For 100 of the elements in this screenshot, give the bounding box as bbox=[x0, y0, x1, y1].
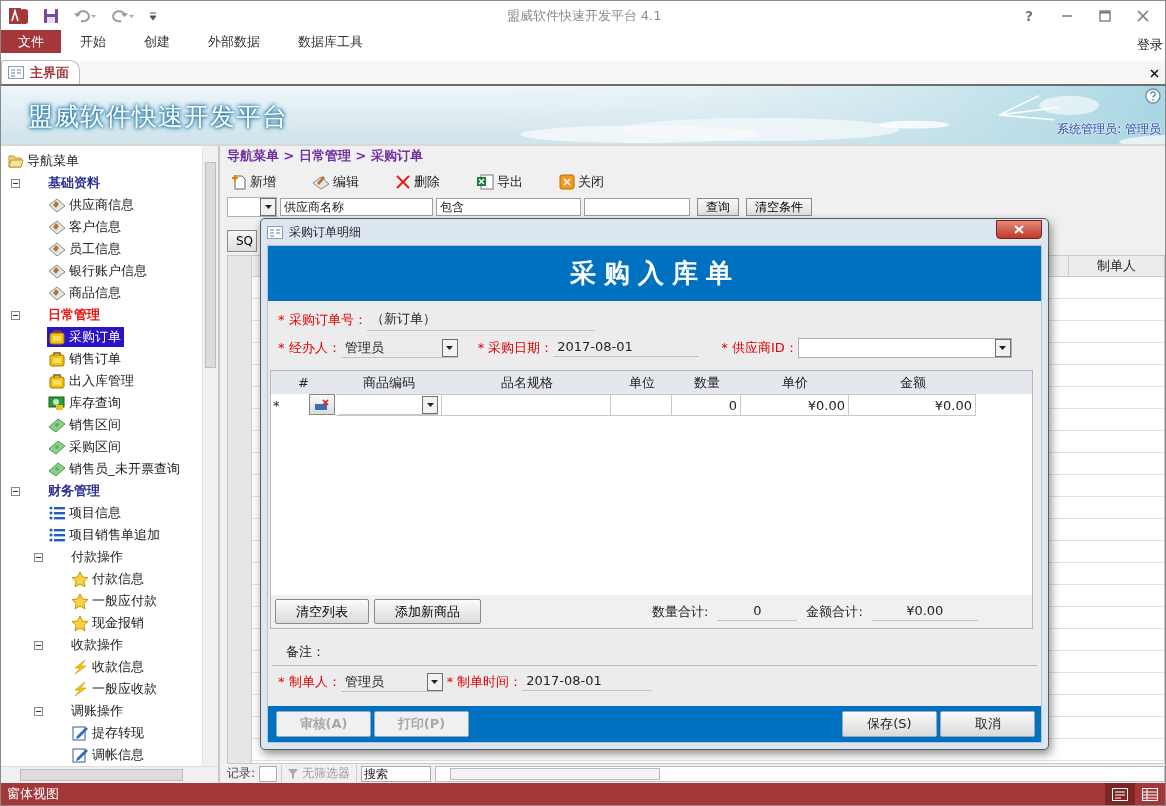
creator-select[interactable]: 管理员 bbox=[340, 672, 443, 692]
field-label: * 供应商ID： bbox=[721, 339, 798, 357]
tree-item[interactable]: 一般应收款 bbox=[70, 679, 160, 699]
banknote-icon bbox=[48, 461, 66, 477]
dropdown-button[interactable] bbox=[994, 339, 1011, 357]
dropdown-button[interactable] bbox=[260, 198, 276, 216]
list-icon bbox=[48, 505, 66, 521]
search-field[interactable]: 搜索 bbox=[361, 765, 432, 782]
form-button[interactable]: 取消 bbox=[940, 711, 1035, 737]
column-header: # bbox=[297, 375, 310, 390]
field-label: * 制单时间： bbox=[446, 673, 523, 691]
date-field[interactable]: 2017-08-01 bbox=[553, 339, 700, 357]
dropdown-button[interactable] bbox=[422, 395, 438, 414]
ribbon-tab[interactable]: 创建 bbox=[125, 30, 189, 53]
filter-input[interactable] bbox=[584, 198, 690, 216]
save-icon[interactable] bbox=[43, 7, 59, 24]
document-tab[interactable]: 主界面 bbox=[1, 60, 80, 84]
scrollbar-thumb[interactable] bbox=[20, 769, 183, 781]
toolbar-button[interactable]: 编辑 bbox=[308, 173, 363, 191]
tree-item[interactable]: 销售区间 bbox=[47, 415, 124, 435]
row-action-button[interactable] bbox=[309, 394, 335, 415]
tree-group-label[interactable]: 调账操作 bbox=[71, 702, 123, 720]
collapse-toggle[interactable] bbox=[11, 178, 20, 188]
scrollbar-thumb[interactable] bbox=[450, 767, 661, 780]
quantity-total-label: 数量合计: bbox=[652, 602, 709, 621]
tree-item[interactable]: 销售员_未开票查询 bbox=[47, 459, 183, 479]
scrollbar[interactable] bbox=[202, 146, 218, 766]
tree-item[interactable]: 现金报销 bbox=[70, 613, 147, 633]
table-cell[interactable] bbox=[611, 394, 672, 416]
tree-item[interactable]: 调帐信息 bbox=[70, 745, 147, 765]
close-icon bbox=[1150, 68, 1159, 78]
toolbar-button[interactable]: 删除 bbox=[391, 173, 444, 191]
table-cell[interactable] bbox=[442, 394, 611, 416]
toolbar-button[interactable]: 导出 bbox=[472, 173, 527, 191]
collapse-toggle[interactable] bbox=[11, 486, 20, 496]
tree-item[interactable]: 员工信息 bbox=[47, 239, 124, 259]
tree-root[interactable]: 导航菜单 bbox=[7, 151, 82, 171]
tree-item[interactable]: 采购订单 bbox=[47, 327, 124, 347]
table-cell[interactable]: 0 bbox=[672, 394, 741, 416]
help-button[interactable]: ? bbox=[1015, 4, 1043, 27]
collapse-toggle[interactable] bbox=[34, 552, 43, 562]
clear-filter-button[interactable]: 清空条件 bbox=[746, 198, 812, 216]
undo-icon[interactable] bbox=[73, 8, 97, 23]
tree-item[interactable]: 提存转现 bbox=[70, 723, 147, 743]
table-cell[interactable]: ¥0.00 bbox=[849, 394, 976, 416]
field-select[interactable]: 供应商名称 bbox=[280, 198, 433, 216]
toolbar-button[interactable]: 新增 bbox=[227, 173, 280, 191]
tree-item[interactable]: 供应商信息 bbox=[47, 195, 137, 215]
tree-group-label[interactable]: 收款操作 bbox=[71, 636, 123, 654]
column-header[interactable]: 制单人 bbox=[1068, 256, 1164, 276]
sql-button[interactable]: SQ bbox=[227, 230, 257, 252]
tree-item[interactable]: 客户信息 bbox=[47, 217, 124, 237]
tree-item[interactable]: 项目销售单追加 bbox=[47, 525, 163, 545]
tree-item[interactable]: 付款信息 bbox=[70, 569, 147, 589]
tree-group-label[interactable]: 付款操作 bbox=[71, 548, 123, 566]
customize-icon[interactable] bbox=[149, 11, 157, 20]
clear-list-button[interactable]: 清空列表 bbox=[275, 599, 369, 624]
ribbon-tab[interactable]: 文件 bbox=[1, 30, 61, 53]
spreadsheet-icon bbox=[476, 174, 494, 190]
query-button[interactable]: 查询 bbox=[697, 198, 739, 216]
toolbar-button[interactable]: 关闭 bbox=[555, 173, 608, 191]
record-number-field[interactable] bbox=[259, 765, 278, 782]
handler-select[interactable]: 管理员 bbox=[340, 338, 458, 358]
operator-select[interactable]: 包含 bbox=[436, 198, 581, 216]
tree-item[interactable]: 采购区间 bbox=[47, 437, 124, 457]
scrollbar[interactable] bbox=[1, 766, 218, 783]
date-field[interactable]: 2017-08-01 bbox=[522, 673, 653, 691]
database-app-icon[interactable] bbox=[9, 6, 29, 25]
tree-group-label[interactable]: 基础资料 bbox=[48, 174, 100, 192]
collapse-toggle[interactable] bbox=[34, 706, 43, 716]
dropdown-button[interactable] bbox=[441, 338, 458, 357]
dropdown-button[interactable] bbox=[426, 672, 443, 691]
login-link[interactable]: 登录 bbox=[1137, 30, 1165, 54]
scrollbar[interactable] bbox=[435, 765, 1165, 782]
product-code-select[interactable] bbox=[339, 395, 438, 415]
collapse-toggle[interactable] bbox=[34, 640, 43, 650]
tree-item[interactable]: 库存查询 bbox=[47, 393, 124, 413]
redo-icon[interactable] bbox=[111, 8, 135, 23]
filter-select[interactable] bbox=[227, 197, 277, 217]
tree-item[interactable]: 出入库管理 bbox=[47, 371, 137, 391]
tree-group-label[interactable]: 财务管理 bbox=[48, 482, 100, 500]
help-icon[interactable] bbox=[1145, 88, 1161, 104]
ribbon-tab[interactable]: 数据库工具 bbox=[279, 30, 382, 53]
scrollbar-thumb[interactable] bbox=[205, 162, 216, 368]
add-product-button[interactable]: 添加新商品 bbox=[374, 599, 481, 624]
close-button[interactable] bbox=[996, 219, 1042, 239]
notepad-pencil-icon bbox=[71, 725, 89, 741]
table-cell[interactable]: ¥0.00 bbox=[741, 394, 849, 416]
tree-item[interactable]: 商品信息 bbox=[47, 283, 124, 303]
collapse-toggle[interactable] bbox=[11, 310, 20, 320]
ribbon-tab[interactable]: 开始 bbox=[61, 30, 125, 53]
tree-item[interactable]: 项目信息 bbox=[47, 503, 124, 523]
tree-item[interactable]: 一般应付款 bbox=[70, 591, 160, 611]
tree-group-label[interactable]: 日常管理 bbox=[48, 306, 100, 324]
form-view-button[interactable] bbox=[1105, 783, 1135, 805]
tree-item[interactable]: 银行账户信息 bbox=[47, 261, 150, 281]
tree-item[interactable]: 收款信息 bbox=[70, 657, 147, 677]
form-button[interactable]: 保存(S) bbox=[842, 711, 937, 737]
tree-item[interactable]: 销售订单 bbox=[47, 349, 124, 369]
ribbon-tab[interactable]: 外部数据 bbox=[189, 30, 279, 53]
